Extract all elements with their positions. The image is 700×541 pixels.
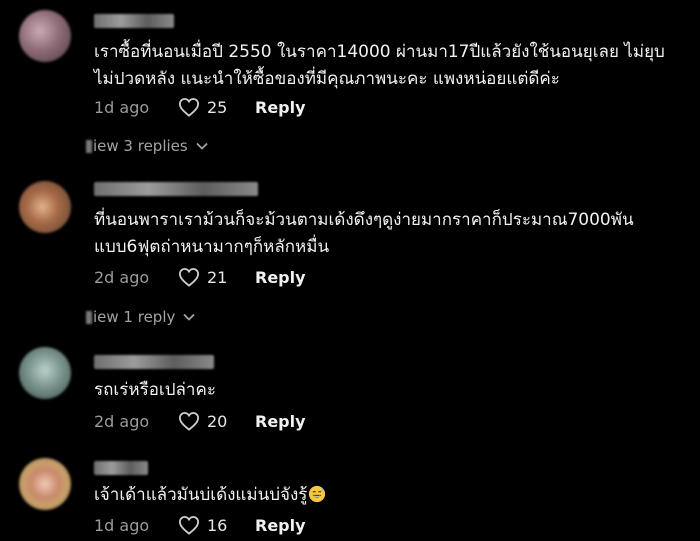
comment-text: รถเร่หรือเปล่าคะ [94, 380, 216, 400]
heart-icon[interactable] [178, 411, 200, 431]
avatar[interactable] [19, 10, 71, 62]
comment-meta: 2d ago 20 Reply [94, 409, 306, 433]
view-replies-label: iew 3 replies [93, 137, 188, 155]
comment-time: 2d ago [94, 411, 150, 431]
heart-icon[interactable] [178, 515, 200, 535]
username-blurred[interactable] [94, 182, 258, 196]
heart-icon[interactable] [178, 267, 200, 287]
reply-button[interactable]: Reply [255, 516, 306, 535]
comment-text: เจ้าเด้าแล้วมันบ่เด้งแม่นบ่จังรู้ [94, 482, 684, 509]
reply-button[interactable]: Reply [255, 98, 306, 117]
like-count: 25 [207, 97, 228, 117]
comment-text-body: เจ้าเด้าแล้วมันบ่เด้งแม่นบ่จังรู้ [94, 485, 308, 505]
reply-button[interactable]: Reply [255, 268, 306, 287]
comment-text: ที่นอนพาราเราม้วนก็จะม้วนตามเด้งดึงๆดูง่… [94, 210, 634, 257]
view-replies-button[interactable]: iew 1 reply [86, 308, 196, 326]
username-blurred[interactable] [94, 14, 174, 28]
chevron-down-icon [183, 313, 196, 321]
reply-button[interactable]: Reply [255, 412, 306, 431]
sweat-smile-emoji-icon [309, 485, 326, 503]
comment-meta: 1d ago 16 Reply [94, 513, 306, 537]
heart-icon[interactable] [178, 97, 200, 117]
comment-text: เราซื้อที่นอนเมื่อปี 2550 ในราคา14000 ผ่… [94, 42, 665, 89]
username-blurred[interactable] [94, 461, 148, 475]
avatar[interactable] [19, 181, 71, 233]
like-count: 21 [207, 267, 228, 287]
chevron-down-icon [196, 142, 208, 150]
username-blurred[interactable] [94, 355, 214, 369]
blurred-char [86, 139, 92, 153]
comment-time: 2d ago [94, 267, 150, 287]
blurred-char [86, 310, 92, 324]
view-replies-label: iew 1 reply [93, 308, 176, 326]
comment-meta: 2d ago 21 Reply [94, 265, 306, 289]
comment-meta: 1d ago 25 Reply [94, 95, 306, 119]
comment-time: 1d ago [94, 97, 150, 117]
view-replies-button[interactable]: iew 3 replies [86, 137, 208, 155]
like-count: 20 [207, 411, 228, 431]
comment-time: 1d ago [94, 515, 150, 535]
avatar[interactable] [19, 458, 71, 510]
avatar[interactable] [19, 347, 71, 399]
like-count: 16 [207, 515, 228, 535]
